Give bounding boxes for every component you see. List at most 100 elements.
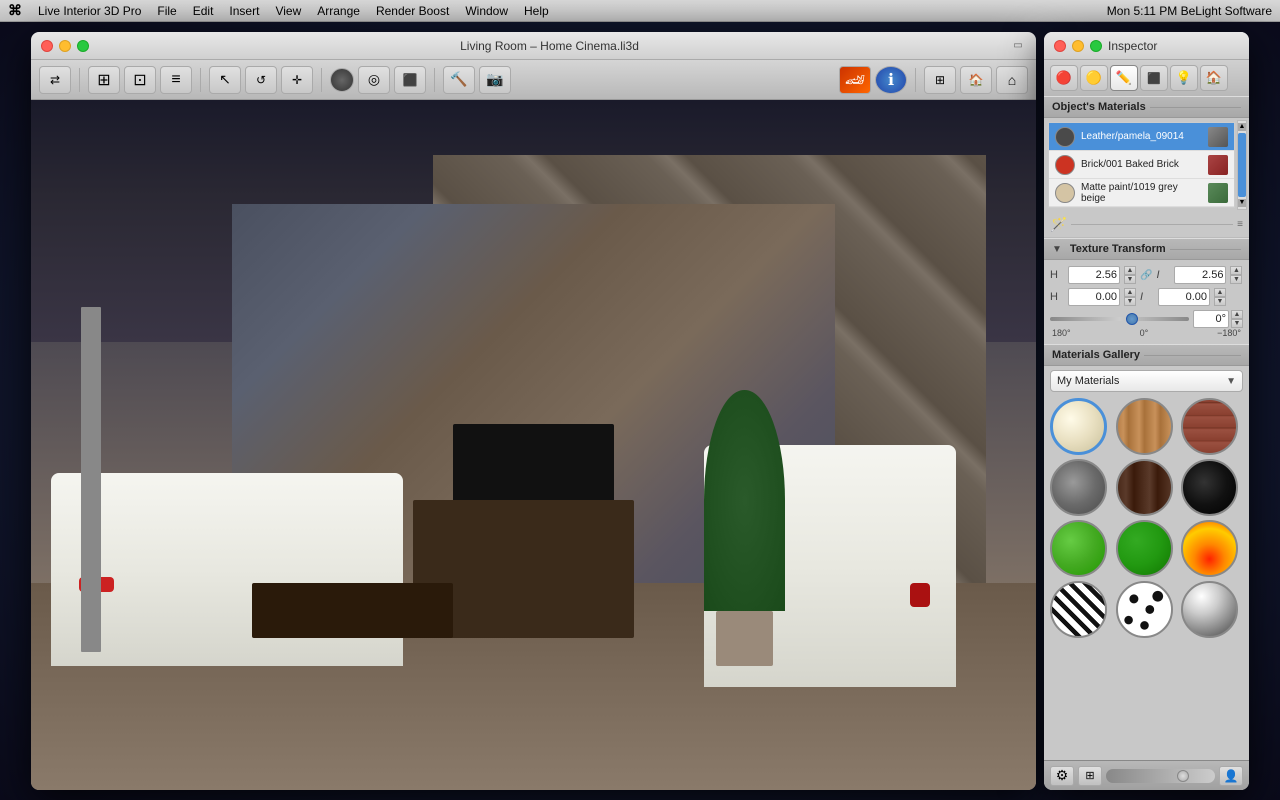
menu-insert[interactable]: Insert bbox=[229, 4, 259, 18]
angle-max-label: −180° bbox=[1217, 328, 1241, 338]
material-thumb-2 bbox=[1208, 155, 1228, 175]
size-slider-thumb[interactable] bbox=[1177, 770, 1189, 782]
floor-plan-btn[interactable]: ⊞ bbox=[88, 66, 120, 94]
circle-tool[interactable]: ◎ bbox=[358, 66, 390, 94]
scale-y-down[interactable]: ▼ bbox=[1230, 275, 1242, 284]
gallery-item-metal[interactable] bbox=[1181, 581, 1238, 638]
nav-back-forward-btn[interactable]: ⇄ bbox=[39, 66, 71, 94]
angle-stepper[interactable]: ▲ ▼ bbox=[1231, 310, 1243, 328]
size-slider[interactable] bbox=[1106, 769, 1215, 783]
gallery-item-wood-light[interactable] bbox=[1116, 398, 1173, 455]
scale-y-input[interactable]: 2.56 bbox=[1174, 266, 1226, 284]
gallery-dropdown-text: My Materials bbox=[1057, 375, 1226, 387]
gallery-dropdown[interactable]: My Materials ▼ bbox=[1050, 370, 1243, 392]
offset-x-down[interactable]: ▼ bbox=[1124, 297, 1136, 306]
materials-scrollbar[interactable]: ▲ ▼ bbox=[1237, 120, 1247, 210]
tab-color[interactable]: ⬛ bbox=[1140, 65, 1168, 91]
offset-y-down[interactable]: ▼ bbox=[1214, 297, 1226, 306]
layout-btn[interactable]: ⊡ bbox=[124, 66, 156, 94]
section-arrow[interactable]: ▼ bbox=[1052, 244, 1062, 255]
menu-file[interactable]: File bbox=[157, 4, 176, 18]
view-home-btn[interactable]: ⌂ bbox=[996, 66, 1028, 94]
angle-input[interactable]: 0° bbox=[1193, 310, 1229, 328]
gallery-item-dark-green[interactable] bbox=[1116, 520, 1173, 577]
offset-x-stepper[interactable]: ▲ ▼ bbox=[1124, 288, 1136, 306]
gallery-item-dark-wood[interactable] bbox=[1116, 459, 1173, 516]
plant-pot bbox=[716, 611, 772, 666]
camera-tool[interactable]: 📷 bbox=[479, 66, 511, 94]
transform-section: H 2.56 ▲ ▼ 🔗 I 2.56 ▲ ▼ H bbox=[1044, 260, 1249, 344]
angle-down[interactable]: ▼ bbox=[1231, 319, 1243, 328]
offset-y-input[interactable]: 0.00 bbox=[1158, 288, 1210, 306]
scale-x-down[interactable]: ▼ bbox=[1124, 275, 1136, 284]
build-tool[interactable]: 🔨 bbox=[443, 66, 475, 94]
scale-y-stepper[interactable]: ▲ ▼ bbox=[1230, 266, 1242, 284]
sphere-tool[interactable] bbox=[330, 68, 354, 92]
rotate-tool[interactable]: ↺ bbox=[245, 66, 277, 94]
tab-object[interactable]: 🔴 bbox=[1050, 65, 1078, 91]
gallery-item-fire[interactable] bbox=[1181, 520, 1238, 577]
inspector-bottom-bar: ⚙ ⊞ 👤 bbox=[1044, 760, 1249, 790]
scale-y-up[interactable]: ▲ bbox=[1230, 266, 1242, 275]
menu-app[interactable]: Live Interior 3D Pro bbox=[38, 4, 141, 18]
gallery-item-cream[interactable] bbox=[1050, 398, 1107, 455]
angle-up[interactable]: ▲ bbox=[1231, 310, 1243, 319]
slider-thumb[interactable] bbox=[1126, 313, 1138, 325]
gallery-item-zebra[interactable] bbox=[1050, 581, 1107, 638]
tab-home[interactable]: 🏠 bbox=[1200, 65, 1228, 91]
scale-x-input[interactable]: 2.56 bbox=[1068, 266, 1120, 284]
scale-x-up[interactable]: ▲ bbox=[1124, 266, 1136, 275]
menu-render-boost[interactable]: Render Boost bbox=[376, 4, 449, 18]
offset-x-up[interactable]: ▲ bbox=[1124, 288, 1136, 297]
gallery-item-black[interactable] bbox=[1181, 459, 1238, 516]
tab-light[interactable]: 💡 bbox=[1170, 65, 1198, 91]
person-icon-btn[interactable]: 👤 bbox=[1219, 766, 1243, 786]
menu-help[interactable]: Help bbox=[524, 4, 549, 18]
view-toggle-btn[interactable]: ⊞ bbox=[1078, 766, 1102, 786]
material-item-1[interactable]: Leather/pamela_09014 bbox=[1049, 123, 1234, 151]
offset-y-stepper[interactable]: ▲ ▼ bbox=[1214, 288, 1226, 306]
tab-texture[interactable]: ✏️ bbox=[1110, 65, 1138, 91]
menu-edit[interactable]: Edit bbox=[193, 4, 214, 18]
minimize-button[interactable] bbox=[59, 40, 71, 52]
menu-window[interactable]: Window bbox=[465, 4, 508, 18]
scroll-thumb[interactable] bbox=[1238, 133, 1246, 197]
view-3d-btn[interactable]: 🏠 bbox=[960, 66, 992, 94]
scroll-up-btn[interactable]: ▲ bbox=[1238, 123, 1246, 131]
gallery-item-brick[interactable] bbox=[1181, 398, 1238, 455]
gallery-item-spots[interactable] bbox=[1116, 581, 1173, 638]
select-tool[interactable]: ↖ bbox=[209, 66, 241, 94]
angle-slider[interactable] bbox=[1050, 311, 1189, 327]
offset-y-up[interactable]: ▲ bbox=[1214, 288, 1226, 297]
inspector-close-btn[interactable] bbox=[1054, 40, 1066, 52]
viewport-3d[interactable]: ||| bbox=[31, 100, 1036, 790]
scale-x-stepper[interactable]: ▲ ▼ bbox=[1124, 266, 1136, 284]
tab-material[interactable]: 🟡 bbox=[1080, 65, 1108, 91]
window-expand-icon[interactable]: ▭ bbox=[1010, 38, 1026, 54]
materials-list: Leather/pamela_09014 Brick/001 Baked Bri… bbox=[1048, 122, 1235, 208]
gallery-item-green[interactable] bbox=[1050, 520, 1107, 577]
material-item-3[interactable]: Matte paint/1019 grey beige bbox=[1049, 179, 1234, 207]
menu-view[interactable]: View bbox=[275, 4, 301, 18]
apple-menu[interactable]: ⌘ bbox=[8, 2, 22, 19]
info-btn[interactable]: ℹ bbox=[875, 66, 907, 94]
wand-icon[interactable]: 🪄 bbox=[1050, 216, 1067, 233]
gallery-item-concrete[interactable] bbox=[1050, 459, 1107, 516]
scroll-down-btn[interactable]: ▼ bbox=[1238, 199, 1246, 207]
inspector-zoom-btn[interactable] bbox=[1090, 40, 1102, 52]
material-item-2[interactable]: Brick/001 Baked Brick bbox=[1049, 151, 1234, 179]
move-tool[interactable]: ✛ bbox=[281, 66, 313, 94]
options-icon[interactable]: ≡ bbox=[1237, 219, 1243, 230]
angle-zero-label: 0° bbox=[1140, 328, 1149, 338]
inspector-minimize-btn[interactable] bbox=[1072, 40, 1084, 52]
add-material-btn[interactable]: ⚙ bbox=[1050, 766, 1074, 786]
list-btn[interactable]: ≡ bbox=[160, 66, 192, 94]
close-button[interactable] bbox=[41, 40, 53, 52]
box-tool[interactable]: ⬛ bbox=[394, 66, 426, 94]
menu-arrange[interactable]: Arrange bbox=[317, 4, 360, 18]
car-render-btn[interactable]: 🏎 bbox=[839, 66, 871, 94]
inspector-panel: Inspector 🔴 🟡 ✏️ ⬛ 💡 🏠 Object's Material… bbox=[1044, 32, 1249, 790]
maximize-button[interactable] bbox=[77, 40, 89, 52]
view-2d-btn[interactable]: ⊞ bbox=[924, 66, 956, 94]
offset-x-input[interactable]: 0.00 bbox=[1068, 288, 1120, 306]
